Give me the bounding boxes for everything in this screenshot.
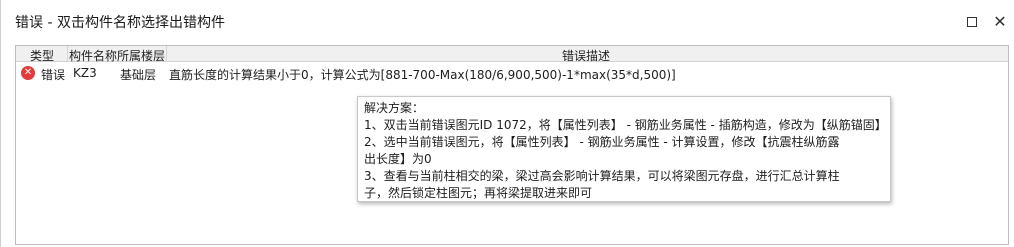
tooltip-line: 3、查看与当前柱相交的梁，梁过高会影响计算结果，可以将梁图元存盘，进行汇总计算柱 (364, 169, 840, 183)
row-desc: 直筋长度的计算结果小于0，计算公式为[881-700-Max(180/6,900… (169, 68, 676, 82)
row-floor: 基础层 (120, 68, 157, 82)
table-row[interactable]: ✕ 错误 KZ3 基础层 直筋长度的计算结果小于0，计算公式为[881-700-… (16, 63, 1008, 83)
error-circle-icon: ✕ (21, 66, 35, 80)
header-desc[interactable]: 错误描述 (562, 47, 610, 64)
header-floor[interactable]: 所属楼层 (117, 47, 165, 64)
header-divider[interactable] (67, 46, 68, 62)
header-divider[interactable] (166, 46, 167, 62)
tooltip-line: 1、双击当前错误图元ID 1072，将【属性列表】 - 钢筋业务属性 - 插筋构… (364, 118, 887, 132)
close-icon: ✕ (993, 12, 1007, 31)
solution-tooltip: 解决方案： 1、双击当前错误图元ID 1072，将【属性列表】 - 钢筋业务属性… (357, 96, 891, 202)
title-bar[interactable]: 错误 - 双击构件名称选择出错构件 ✕ (1, 0, 1014, 42)
tooltip-line: 解决方案： (364, 101, 425, 115)
table-header: 类型 构件名称 所属楼层 错误描述 (16, 46, 1008, 64)
maximize-button[interactable] (958, 10, 986, 34)
header-type[interactable]: 类型 (30, 47, 54, 64)
header-name[interactable]: 构件名称 (69, 47, 117, 64)
row-name[interactable]: KZ3 (73, 66, 97, 80)
close-button[interactable]: ✕ (986, 10, 1014, 34)
window-title: 错误 - 双击构件名称选择出错构件 (15, 15, 225, 31)
maximize-icon (967, 17, 977, 27)
tooltip-line: 2、选中当前错误图元，将【属性列表】 - 钢筋业务属性 - 计算设置，修改【抗震… (364, 135, 840, 149)
error-dialog: 错误 - 双击构件名称选择出错构件 ✕ 类型 构件名称 所属楼层 错误描述 ✕ … (0, 0, 1014, 247)
tooltip-line: 子，然后锁定柱图元；再将梁提取进来即可 (364, 186, 593, 200)
tooltip-line: 出长度】为0 (364, 152, 432, 166)
row-type: 错误 (41, 68, 66, 82)
